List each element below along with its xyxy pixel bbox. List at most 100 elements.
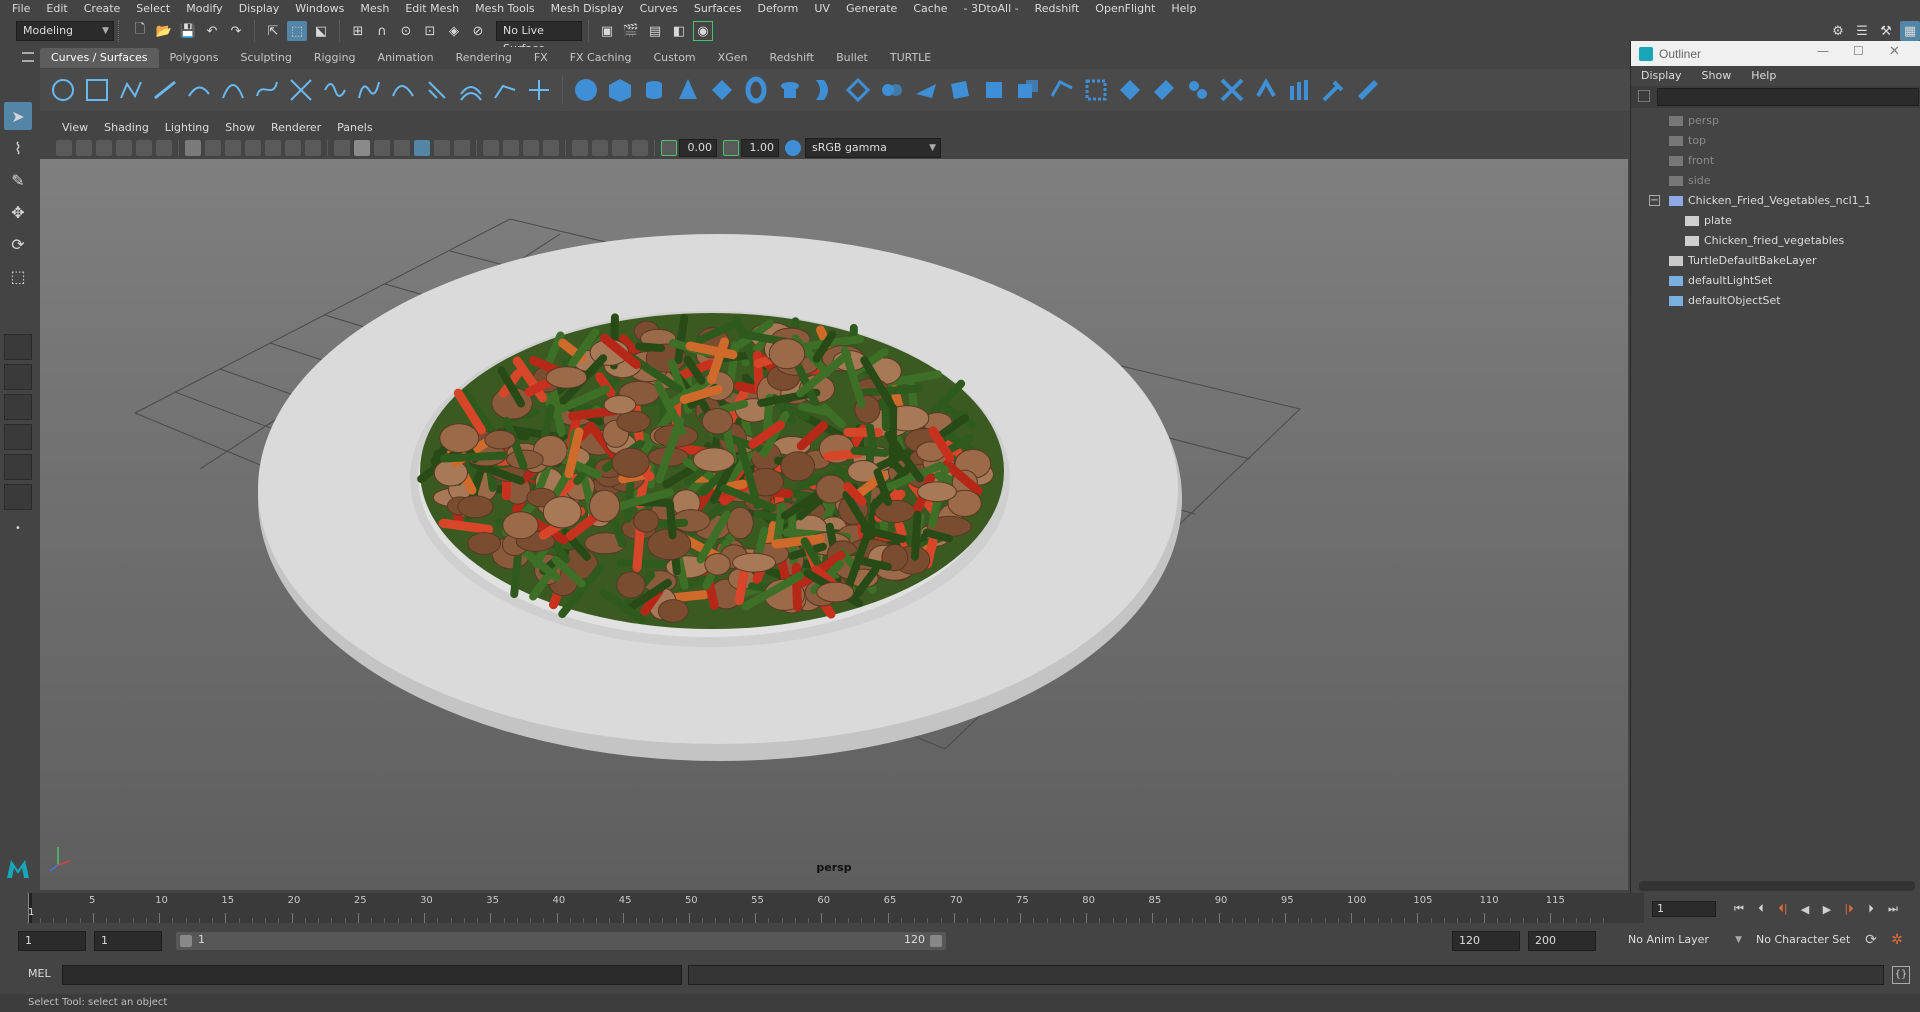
mel-label[interactable]: MEL bbox=[28, 967, 51, 980]
film-gate-icon[interactable] bbox=[205, 140, 221, 156]
snap-view-icon[interactable]: ⊡ bbox=[420, 21, 440, 41]
exposure-field[interactable]: 0.00 bbox=[679, 139, 717, 157]
render-view-icon[interactable]: ◧ bbox=[669, 21, 689, 41]
outliner-item[interactable]: persp bbox=[1631, 111, 1920, 131]
panel-menu-item[interactable]: Lighting bbox=[157, 119, 217, 137]
workspace-dropdown[interactable]: Modeling ▼ bbox=[16, 21, 114, 41]
shelf-tab[interactable]: Sculpting bbox=[229, 48, 302, 68]
birail-icon[interactable] bbox=[912, 75, 940, 105]
offset-curve-icon[interactable] bbox=[457, 75, 485, 105]
step-forward-icon[interactable]: ⏵ bbox=[1860, 900, 1882, 918]
save-scene-icon[interactable]: 💾 bbox=[178, 21, 198, 41]
ep-curve-icon[interactable] bbox=[151, 75, 179, 105]
project-curve-icon[interactable] bbox=[1150, 75, 1178, 105]
anti-aliasing-icon[interactable] bbox=[523, 140, 539, 156]
snap-grid-icon[interactable]: ⊞ bbox=[348, 21, 368, 41]
modeling-toolkit-icon[interactable]: ⚙ bbox=[1828, 21, 1848, 41]
bezier-icon[interactable] bbox=[253, 75, 281, 105]
nurbs-cone-icon[interactable] bbox=[674, 75, 702, 105]
menu-item[interactable]: Surfaces bbox=[686, 0, 750, 17]
outliner-item[interactable]: top bbox=[1631, 131, 1920, 151]
sculpt-geometry-icon[interactable] bbox=[1320, 75, 1348, 105]
bevel-plus-icon[interactable] bbox=[946, 75, 974, 105]
close-icon[interactable]: ✕ bbox=[1889, 44, 1900, 59]
scene-start-field[interactable]: 1 bbox=[18, 931, 86, 951]
menu-item[interactable]: Generate bbox=[838, 0, 905, 17]
shelf-tab[interactable]: Curves / Surfaces bbox=[40, 48, 159, 68]
rebuild-curve-icon[interactable] bbox=[491, 75, 519, 105]
add-points-icon[interactable] bbox=[525, 75, 553, 105]
more-layouts-icon[interactable]: • bbox=[4, 514, 32, 542]
collapse-toggle-icon[interactable]: − bbox=[1649, 195, 1660, 206]
nurbs-plane-icon[interactable] bbox=[708, 75, 736, 105]
paint-select-tool-icon[interactable]: ✎ bbox=[4, 166, 32, 194]
ipr-render-icon[interactable]: ▤ bbox=[645, 21, 665, 41]
rebuild-surface-icon[interactable] bbox=[1354, 75, 1382, 105]
redo-icon[interactable]: ↷ bbox=[226, 21, 246, 41]
shelf-tab[interactable]: Rendering bbox=[445, 48, 523, 68]
snap-curve-icon[interactable]: ∩ bbox=[372, 21, 392, 41]
default-material-icon[interactable] bbox=[374, 140, 390, 156]
untrim-icon[interactable] bbox=[1082, 75, 1110, 105]
character-set-dropdown[interactable]: No Character Set bbox=[1750, 931, 1860, 951]
outliner-item[interactable]: side bbox=[1631, 171, 1920, 191]
revolve-icon[interactable] bbox=[776, 75, 804, 105]
panel-menu-item[interactable]: Renderer bbox=[263, 119, 329, 137]
move-tool-icon[interactable]: ✥ bbox=[4, 198, 32, 226]
tool-settings-icon[interactable]: ⚒ bbox=[1876, 21, 1896, 41]
persp-hypershade-layout-button[interactable] bbox=[4, 454, 32, 480]
panel-menu-item[interactable]: Show bbox=[217, 119, 263, 137]
outliner-search-bar[interactable] bbox=[1631, 86, 1920, 108]
nurbs-square-icon[interactable] bbox=[83, 75, 111, 105]
step-forward-key-icon[interactable]: |⏵ bbox=[1838, 900, 1860, 918]
mel-input[interactable] bbox=[62, 965, 682, 985]
shelf-tab[interactable]: Redshift bbox=[758, 48, 825, 68]
range-slider-bar[interactable]: 1 120 bbox=[176, 932, 946, 950]
attach-surface-icon[interactable] bbox=[1252, 75, 1280, 105]
open-scene-icon[interactable]: 📂 bbox=[154, 21, 174, 41]
gamma-field[interactable]: 1.00 bbox=[741, 139, 779, 157]
persp-graph-layout-button[interactable] bbox=[4, 424, 32, 450]
pencil-curve-icon[interactable] bbox=[185, 75, 213, 105]
xray-icon[interactable] bbox=[592, 140, 608, 156]
shelf-tab[interactable]: FX Caching bbox=[559, 48, 643, 68]
nurbs-sphere-icon[interactable] bbox=[572, 75, 600, 105]
menu-item[interactable]: Display bbox=[231, 0, 288, 17]
menu-item[interactable]: Help bbox=[1163, 0, 1204, 17]
select-object-icon[interactable]: ⬚ bbox=[287, 21, 307, 41]
lasso-tool-icon[interactable]: ⌇ bbox=[4, 134, 32, 162]
motion-blur-icon[interactable] bbox=[503, 140, 519, 156]
gamma-icon[interactable] bbox=[723, 140, 739, 156]
wireframe-icon[interactable] bbox=[334, 140, 350, 156]
shelf-tab[interactable]: FX bbox=[523, 48, 559, 68]
stitch-icon[interactable] bbox=[1218, 75, 1246, 105]
outliner-menu-item[interactable]: Display bbox=[1631, 66, 1692, 86]
step-back-icon[interactable]: ⏴ bbox=[1750, 900, 1772, 918]
boundary-icon[interactable] bbox=[980, 75, 1008, 105]
panel-menu-item[interactable]: View bbox=[54, 119, 96, 137]
new-scene-icon[interactable]: 🗋 bbox=[130, 21, 150, 41]
gate-mask-icon[interactable] bbox=[245, 140, 261, 156]
menu-item[interactable]: Windows bbox=[287, 0, 352, 17]
smooth-shade-icon[interactable] bbox=[354, 140, 370, 156]
menu-item[interactable]: UV bbox=[806, 0, 838, 17]
grease-pencil-icon[interactable] bbox=[156, 140, 172, 156]
menu-item[interactable]: - 3DtoAll - bbox=[956, 0, 1027, 17]
menu-item[interactable]: OpenFlight bbox=[1087, 0, 1163, 17]
minimize-icon[interactable]: — bbox=[1817, 44, 1829, 58]
panel-menu-item[interactable]: Panels bbox=[329, 119, 380, 137]
resolution-gate-icon[interactable] bbox=[225, 140, 241, 156]
trim-tool-icon[interactable] bbox=[1048, 75, 1076, 105]
shelf-tab[interactable]: Rigging bbox=[303, 48, 367, 68]
extrude-icon[interactable] bbox=[878, 75, 906, 105]
shelf-tab[interactable]: Polygons bbox=[159, 48, 230, 68]
play-forwards-icon[interactable]: ▶ bbox=[1816, 900, 1838, 918]
textured-icon[interactable] bbox=[414, 140, 430, 156]
loft-icon[interactable] bbox=[810, 75, 838, 105]
snap-surface-icon[interactable]: ◈ bbox=[444, 21, 464, 41]
outliner-item[interactable]: − Chicken_Fried_Vegetables_ncl1_1 bbox=[1631, 191, 1920, 211]
shelf-tab[interactable]: Custom bbox=[643, 48, 707, 68]
outliner-item[interactable]: defaultObjectSet bbox=[1631, 291, 1920, 311]
panel-menu-item[interactable]: Shading bbox=[96, 119, 157, 137]
shelf-tab[interactable]: XGen bbox=[707, 48, 759, 68]
